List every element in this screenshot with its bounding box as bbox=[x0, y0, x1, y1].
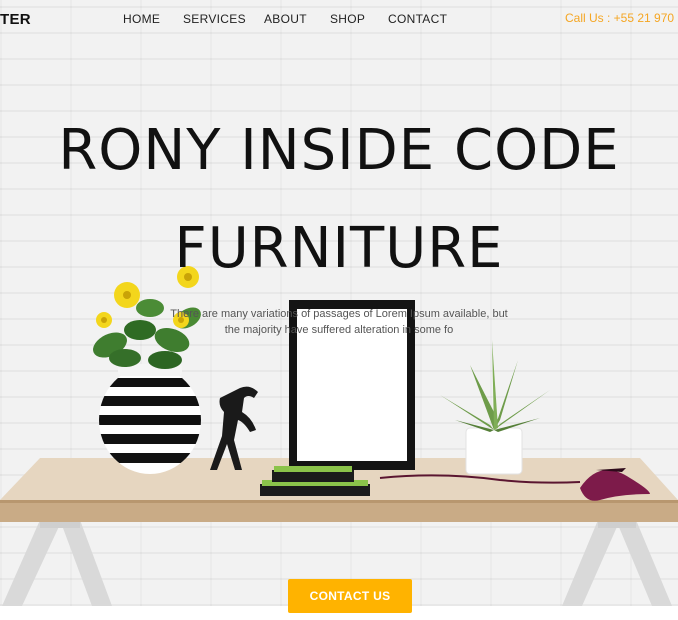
horse-figurine bbox=[210, 386, 258, 470]
desk-edge bbox=[0, 500, 678, 522]
phone-number[interactable]: Call Us : +55 21 970 bbox=[565, 11, 674, 25]
nav-about[interactable]: ABOUT bbox=[264, 12, 307, 26]
hero-subtitle-line1: There are many variations of passages of… bbox=[170, 308, 508, 320]
hero-section: TER HOME SERVICES ABOUT SHOP CONTACT Cal… bbox=[0, 0, 678, 606]
contact-us-button[interactable]: CONTACT US bbox=[288, 579, 412, 613]
hero-title-line2: FURNITURE bbox=[174, 216, 504, 281]
notebooks bbox=[260, 466, 370, 496]
nav-shop[interactable]: SHOP bbox=[330, 12, 365, 26]
hero-title-line1: RONY INSIDE CODE bbox=[58, 118, 620, 183]
nav-contact[interactable]: CONTACT bbox=[388, 12, 447, 26]
desk-scene-illustration bbox=[0, 266, 678, 606]
succulent-pot bbox=[440, 340, 550, 475]
striped-vase bbox=[99, 364, 201, 474]
nav-services[interactable]: SERVICES bbox=[183, 12, 246, 26]
nav-home[interactable]: HOME bbox=[123, 12, 160, 26]
hero-subtitle-line2: the majority have suffered alteration in… bbox=[224, 324, 454, 336]
